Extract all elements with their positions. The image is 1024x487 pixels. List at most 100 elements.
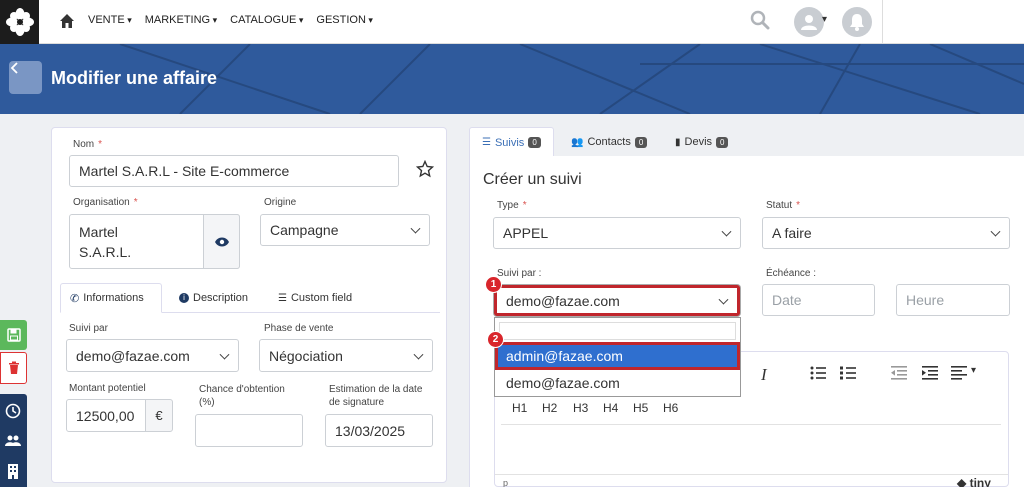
organisation-value-line1: Martel: [79, 223, 118, 240]
save-button[interactable]: [0, 320, 27, 350]
chevron-down-icon: [990, 226, 1001, 237]
delete-button[interactable]: [0, 352, 27, 384]
heure-input[interactable]: Heure: [896, 284, 1010, 316]
topbar-divider: [882, 0, 883, 44]
heading-h2-button[interactable]: H2: [542, 401, 557, 415]
heading-h6-button[interactable]: H6: [663, 401, 678, 415]
dropdown-option-admin[interactable]: admin@fazae.com: [495, 342, 740, 370]
type-select[interactable]: APPEL: [493, 217, 741, 249]
users-icon[interactable]: [5, 433, 21, 449]
phase-select[interactable]: Négociation: [259, 339, 433, 372]
clock-icon[interactable]: [5, 403, 21, 419]
list-icon: ☰: [482, 137, 491, 148]
related-tabs: ☰ Suivis 0 👥 Contacts 0 ▮ Devis 0: [469, 127, 1024, 157]
suivi-par-select-right[interactable]: demo@fazae.com: [494, 285, 740, 316]
suivi-par-label: Suivi par: [69, 323, 108, 334]
chevron-left-icon: [10, 62, 18, 74]
nom-input[interactable]: Martel S.A.R.L - Site E-commerce: [69, 155, 399, 187]
step-2-marker: 2: [487, 331, 504, 348]
phase-value: Négociation: [269, 347, 343, 364]
search-icon[interactable]: [750, 10, 770, 30]
flower-logo-icon: [5, 8, 34, 36]
date-input[interactable]: Date: [762, 284, 875, 316]
phone-icon: ✆: [70, 292, 80, 305]
editor-statusbar-divider: [495, 474, 1008, 475]
side-quick-panel: [0, 394, 27, 487]
bell-icon: [850, 14, 864, 31]
nav-gestion[interactable]: GESTION: [316, 14, 373, 26]
tab-contacts[interactable]: 👥 Contacts 0: [559, 127, 659, 157]
dropdown-search-input[interactable]: [499, 322, 736, 340]
chevron-down-icon[interactable]: ▾: [971, 365, 976, 376]
tab-custom-field[interactable]: ☰ Custom field: [278, 283, 352, 313]
tab-devis[interactable]: ▮ Devis 0: [663, 127, 740, 157]
step-1-marker: 1: [485, 276, 502, 293]
organisation-value-line2: S.A.R.L.: [79, 243, 132, 260]
tiny-brand: ◆ tiny: [957, 476, 991, 487]
statut-select[interactable]: A faire: [762, 217, 1010, 249]
bullet-list-icon[interactable]: [810, 366, 826, 380]
estimation-date-input[interactable]: 13/03/2025: [325, 414, 433, 447]
suivi-par-dropdown: admin@fazae.com demo@fazae.com: [494, 317, 741, 397]
outdent-icon[interactable]: [891, 366, 907, 380]
chevron-down-icon: [219, 349, 230, 360]
building-icon[interactable]: [5, 463, 21, 479]
page-title: Modifier une affaire: [51, 68, 218, 88]
align-left-icon: ☰: [278, 292, 287, 304]
align-icon[interactable]: [951, 366, 967, 380]
file-icon: ▮: [675, 136, 681, 148]
chevron-down-icon: [721, 226, 732, 237]
suivis-count-badge: 0: [528, 137, 541, 148]
view-organisation-button[interactable]: [203, 214, 240, 269]
nav-vente[interactable]: VENTE: [88, 14, 132, 26]
users-icon: 👥: [571, 136, 584, 148]
estimation-value: 13/03/2025: [335, 422, 406, 439]
back-button[interactable]: [9, 61, 42, 94]
chevron-down-icon: [413, 349, 424, 360]
indent-icon[interactable]: [922, 366, 938, 380]
nav-catalogue[interactable]: CATALOGUE: [230, 14, 303, 26]
organisation-label: Organisation *: [73, 197, 138, 208]
statut-value: A faire: [772, 225, 812, 241]
star-icon[interactable]: [416, 160, 434, 178]
type-value: APPEL: [503, 225, 549, 241]
heading-h1-button[interactable]: H1: [512, 401, 527, 415]
page-header-banner: Modifier une affaire: [0, 44, 1024, 114]
nom-value: Martel S.A.R.L - Site E-commerce: [79, 163, 290, 179]
montant-input[interactable]: 12500,00: [66, 399, 146, 432]
echeance-label: Échéance :: [766, 268, 817, 279]
type-label: Type *: [497, 200, 527, 211]
tab-description[interactable]: i Description: [179, 283, 248, 313]
nav-marketing[interactable]: MARKETING: [145, 14, 217, 26]
trash-icon: [8, 361, 19, 374]
suivi-par-label-right: Suivi par :: [497, 268, 542, 279]
heading-h4-button[interactable]: H4: [603, 401, 618, 415]
suivi-par-value-right: demo@fazae.com: [506, 292, 620, 309]
currency-addon: €: [145, 399, 173, 432]
chevron-down-icon: [718, 294, 729, 305]
numbered-list-icon[interactable]: [840, 366, 856, 380]
app-logo[interactable]: [0, 0, 39, 44]
dropdown-option-demo[interactable]: demo@fazae.com: [496, 370, 739, 396]
origine-label: Origine: [264, 197, 297, 208]
statut-label: Statut *: [766, 200, 801, 211]
suivi-par-select[interactable]: demo@fazae.com: [66, 339, 239, 372]
chance-input[interactable]: [195, 414, 303, 447]
main-nav: VENTE MARKETING CATALOGUE GESTION: [88, 14, 373, 26]
estimation-label: Estimation de la date de signature: [329, 384, 423, 408]
chevron-down-icon[interactable]: ▾: [822, 14, 827, 25]
floppy-icon: [6, 328, 21, 342]
italic-icon[interactable]: I: [761, 365, 767, 385]
tab-informations[interactable]: ✆ Informations: [60, 283, 162, 313]
form-tabs: ✆ Informations i Description ☰ Custom fi…: [60, 283, 440, 313]
top-navbar: VENTE MARKETING CATALOGUE GESTION ▾: [0, 0, 1024, 44]
origine-select[interactable]: Campagne: [260, 214, 430, 246]
heading-h5-button[interactable]: H5: [633, 401, 648, 415]
origine-value: Campagne: [270, 222, 339, 238]
tab-suivis[interactable]: ☰ Suivis 0: [469, 127, 554, 157]
user-avatar[interactable]: [794, 7, 824, 37]
home-icon[interactable]: [59, 13, 75, 29]
notifications-button[interactable]: [842, 7, 872, 37]
heading-h3-button[interactable]: H3: [573, 401, 588, 415]
chevron-down-icon: [410, 223, 421, 234]
